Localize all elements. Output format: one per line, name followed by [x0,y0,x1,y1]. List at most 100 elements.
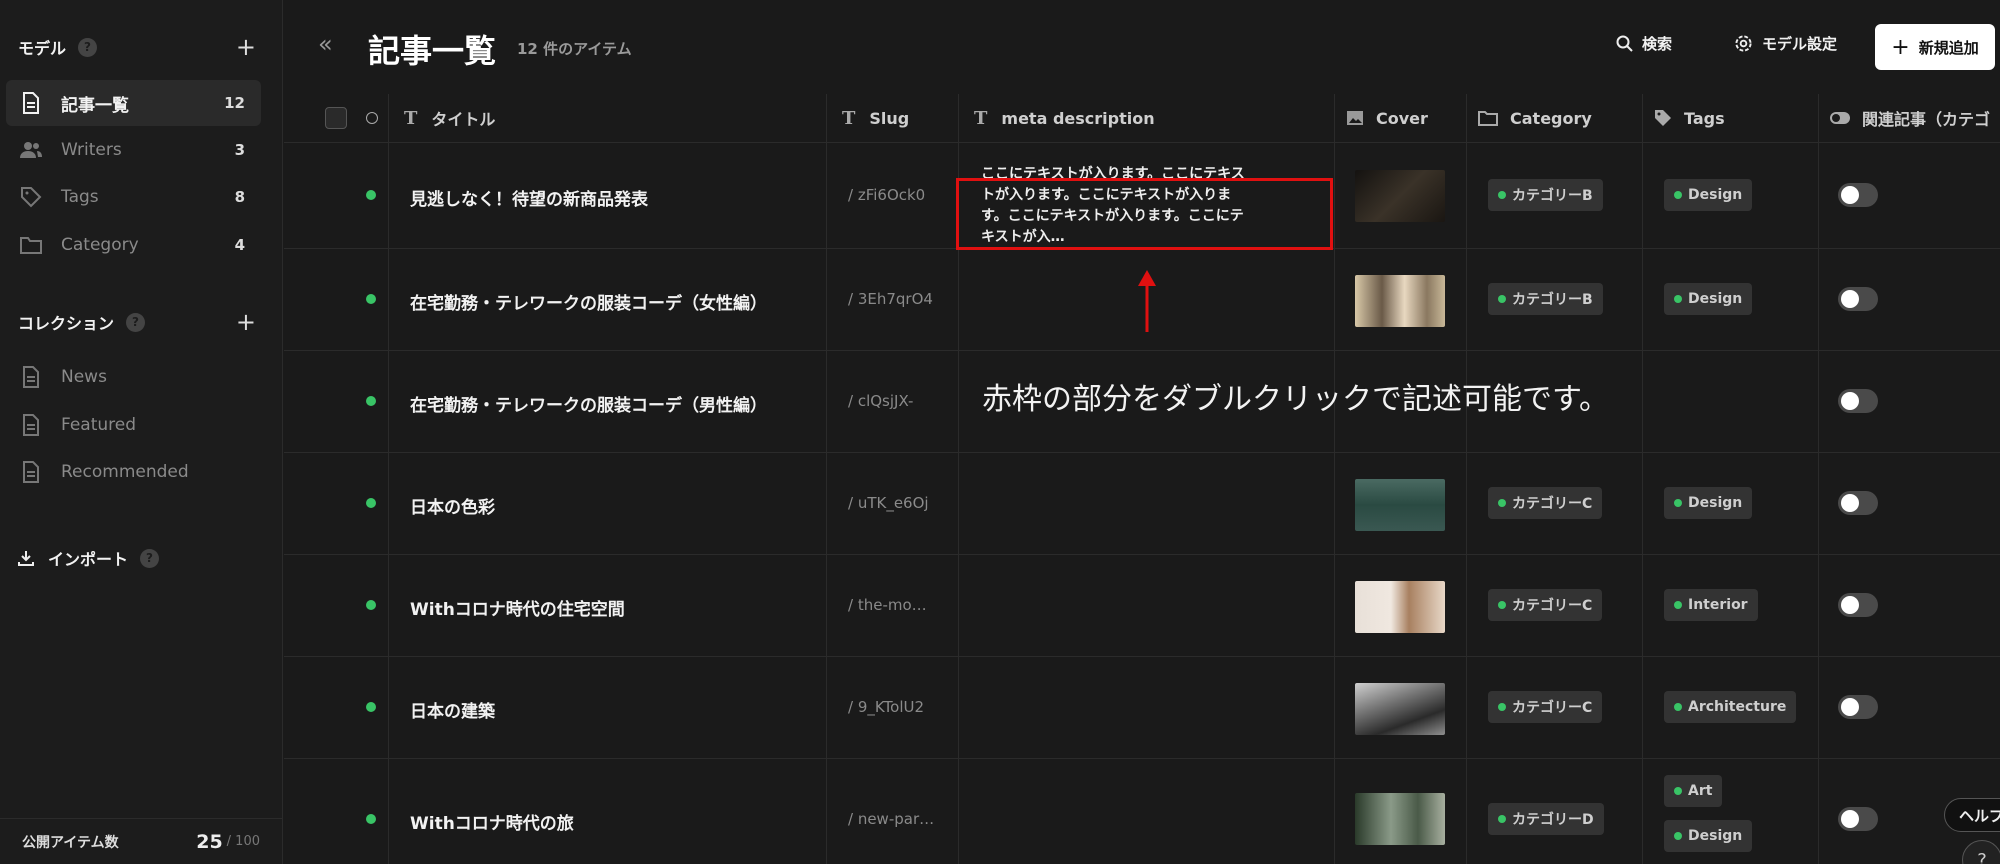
tag-label: Design [1688,495,1743,511]
title-cell[interactable]: 日本の建築 [410,697,495,722]
help-button[interactable]: ヘルプ [1944,798,2000,832]
sidebar-item-label: Tags [61,187,99,207]
table-row[interactable]: 日本の色彩 / uTK_e6Oj カテゴリーC Design [284,452,2000,554]
collapse-sidebar-button[interactable]: « [318,30,333,58]
sidebar-item-writers[interactable]: Writers 3 [6,127,261,173]
new-item-button[interactable]: + 新規追加 [1875,24,1995,70]
column-header-title[interactable]: T タイトル [404,94,495,142]
sidebar-item-label: Writers [61,140,122,160]
sidebar-item-tags[interactable]: Tags 8 [6,174,261,220]
arrow-up-icon [1137,268,1157,338]
select-all-checkbox[interactable] [325,107,347,129]
slug-cell[interactable]: / 3Eh7qrO4 [848,290,933,308]
category-pill[interactable]: カテゴリーB [1488,179,1603,211]
title-cell[interactable]: 在宅勤務・テレワークの服装コーデ（女性編） [410,289,767,314]
add-collection-button[interactable]: + [236,310,256,334]
published-status-dot [366,702,376,712]
slug-cell[interactable]: / uTK_e6Oj [848,494,929,512]
slug-cell[interactable]: / new-par… [848,810,934,828]
table-row[interactable]: Withコロナ時代の旅 / new-par… カテゴリーD Art Design [284,758,2000,864]
category-label: カテゴリーD [1512,812,1594,828]
column-label: タイトル [431,110,496,129]
status-dot [1498,499,1506,507]
related-toggle[interactable] [1838,695,1878,719]
status-column-icon [366,112,378,124]
related-toggle[interactable] [1838,593,1878,617]
tag-pill[interactable]: Art [1664,775,1723,807]
title-cell[interactable]: Withコロナ時代の旅 [410,809,574,834]
tag-pill[interactable]: Design [1664,283,1753,315]
sidebar-item-recommended[interactable]: Recommended [6,449,261,495]
models-title: モデル [18,39,67,58]
slug-cell[interactable]: / clQsjJX- [848,392,913,410]
tag-pill[interactable]: Interior [1664,589,1758,621]
tag-pill[interactable]: Design [1664,179,1753,211]
sidebar-item-news[interactable]: News [6,354,261,400]
document-icon [20,92,42,114]
add-model-button[interactable]: + [236,35,256,59]
table-row[interactable]: Withコロナ時代の住宅空間 / the-mo… カテゴリーC Interior [284,554,2000,656]
table-row[interactable]: 日本の建築 / 9_KTolU2 カテゴリーC Architecture [284,656,2000,758]
sidebar-item-category[interactable]: Category 4 [6,222,261,268]
annotation-text: 赤枠の部分をダブルクリックで記述可能です。 [982,382,1609,417]
help-icon[interactable]: ? [140,548,160,568]
search-icon [1616,35,1633,52]
category-label: カテゴリーC [1512,598,1593,614]
column-header-cover[interactable]: Cover [1346,94,1428,142]
published-status-dot [366,498,376,508]
model-settings-button[interactable]: モデル設定 [1734,33,1837,54]
column-header-category[interactable]: Category [1478,94,1592,142]
tag-pill[interactable]: Design [1664,820,1753,852]
sidebar-item-label: Recommended [61,462,189,482]
category-pill[interactable]: カテゴリーC [1488,487,1603,519]
help-icon[interactable]: ? [126,312,146,332]
status-dot [1674,499,1682,507]
related-toggle[interactable] [1838,389,1878,413]
title-cell[interactable]: 見逃しなく！待望の新商品発表 [410,185,648,210]
tag-icon [1655,110,1671,126]
slug-cell[interactable]: / the-mo… [848,596,927,614]
sidebar-item-articles[interactable]: 記事一覧 12 [6,80,261,126]
slug-cell[interactable]: / zFi6Ock0 [848,186,925,204]
help-icon[interactable]: ? [78,37,98,57]
category-label: カテゴリーC [1512,700,1593,716]
status-dot [1674,601,1682,609]
column-header-tags[interactable]: Tags [1654,94,1725,142]
models-section-header: モデル ? + [18,32,256,62]
title-cell[interactable]: 在宅勤務・テレワークの服装コーデ（男性編） [410,391,767,416]
column-header-related[interactable]: 関連記事（カテゴ [1830,94,1990,142]
tag-label: Interior [1688,597,1748,613]
tag-pill[interactable]: Architecture [1664,691,1797,723]
category-pill[interactable]: カテゴリーB [1488,283,1603,315]
slug-cell[interactable]: / 9_KTolU2 [848,698,924,716]
title-cell[interactable]: 日本の色彩 [410,493,495,518]
search-button[interactable]: 検索 [1616,33,1672,54]
related-toggle[interactable] [1838,183,1878,207]
collections-title: コレクション [18,314,115,333]
folder-icon [1478,111,1498,126]
cover-image[interactable] [1355,581,1445,633]
column-header-slug[interactable]: T Slug [842,94,909,142]
category-pill[interactable]: カテゴリーC [1488,691,1603,723]
related-toggle[interactable] [1838,287,1878,311]
cover-image[interactable] [1355,170,1445,222]
category-pill[interactable]: カテゴリーC [1488,589,1603,621]
column-header-meta[interactable]: Tmeta description [974,94,1155,142]
import-button[interactable]: インポート ? [18,543,256,573]
cover-image[interactable] [1355,683,1445,735]
sidebar-item-featured[interactable]: Featured [6,402,261,448]
cover-image[interactable] [1355,479,1445,531]
plus-icon: + [1891,34,1910,60]
public-items-footer: 公開アイテム数 25 / 100 [0,818,282,864]
related-toggle[interactable] [1838,491,1878,515]
related-toggle[interactable] [1838,807,1878,831]
tag-label: Design [1688,187,1743,203]
category-pill[interactable]: カテゴリーD [1488,803,1604,835]
status-dot [1498,703,1506,711]
cover-image[interactable] [1355,275,1445,327]
tag-pill[interactable]: Design [1664,487,1753,519]
title-cell[interactable]: Withコロナ時代の住宅空間 [410,595,625,620]
highlight-box [956,178,1333,250]
users-icon [20,139,42,161]
cover-image[interactable] [1355,793,1445,845]
